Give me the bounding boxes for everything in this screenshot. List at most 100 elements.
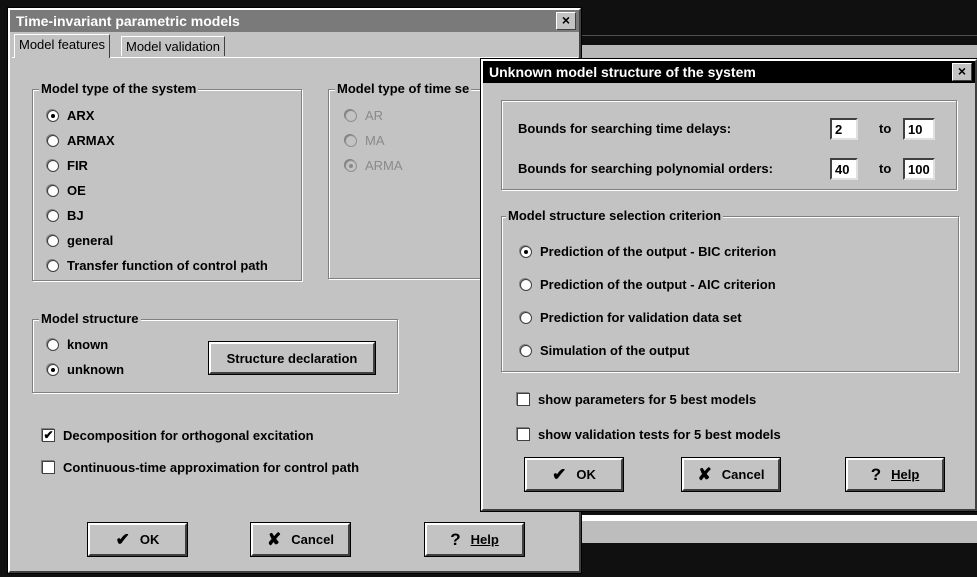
radio-ar[interactable]: AR: [345, 108, 383, 123]
radio-label: FIR: [67, 158, 88, 173]
radio-simulation[interactable]: Simulation of the output: [520, 343, 689, 358]
radio-icon[interactable]: [47, 159, 59, 172]
check-label: show parameters for 5 best models: [538, 392, 757, 407]
criterion-group-label: Model structure selection criterion: [506, 208, 724, 223]
cross-icon: ✘: [697, 464, 712, 484]
radio-label: Simulation of the output: [540, 343, 690, 358]
bounds-group: Bounds for searching time delays: 2 to 1…: [501, 100, 957, 190]
radio-arma[interactable]: ARMA: [345, 158, 403, 173]
checkbox-icon[interactable]: [517, 428, 530, 441]
radio-oe[interactable]: OE: [47, 183, 86, 198]
dialog-close-button[interactable]: ×: [952, 63, 972, 81]
timeseries-type-group-label: Model type of time se: [335, 81, 472, 96]
radio-icon[interactable]: [520, 245, 532, 258]
question-icon: ?: [450, 529, 461, 549]
radio-ma[interactable]: MA: [345, 133, 385, 148]
system-type-group-label: Model type of the system: [39, 81, 199, 96]
radio-label: Transfer function of control path: [67, 258, 268, 273]
radio-icon[interactable]: [47, 338, 59, 351]
check-label: Decomposition for orthogonal excitation: [63, 428, 314, 443]
structure-declaration-button[interactable]: Structure declaration: [208, 341, 376, 375]
radio-label: ARMA: [365, 158, 403, 173]
radio-icon[interactable]: [47, 234, 59, 247]
model-structure-group-label: Model structure: [39, 311, 141, 326]
radio-label: Prediction for validation data set: [540, 310, 742, 325]
radio-icon[interactable]: [47, 259, 59, 272]
structure-dialog: Unknown model structure of the system × …: [480, 58, 977, 512]
main-close-button[interactable]: ×: [556, 12, 576, 30]
dialog-ok-button[interactable]: ✔ OK: [524, 457, 624, 492]
dialog-cancel-button[interactable]: ✘ Cancel: [681, 457, 781, 492]
radio-validation[interactable]: Prediction for validation data set: [520, 310, 742, 325]
criterion-group: Model structure selection criterion Pred…: [501, 208, 959, 372]
radio-icon[interactable]: [47, 184, 59, 197]
delays-from-input[interactable]: 2: [830, 118, 858, 140]
radio-label: unknown: [67, 362, 125, 377]
radio-general[interactable]: general: [47, 233, 113, 248]
background-line: [580, 35, 977, 36]
main-window-title: Time-invariant parametric models: [16, 13, 240, 29]
dialog-title: Unknown model structure of the system: [489, 64, 756, 80]
radio-unknown[interactable]: unknown: [47, 362, 124, 377]
help-label: Help: [891, 467, 920, 482]
radio-icon[interactable]: [47, 134, 59, 147]
radio-label: known: [67, 337, 109, 352]
check-label: Continuous-time approximation for contro…: [63, 460, 360, 475]
orders-label: Bounds for searching polynomial orders:: [518, 161, 773, 176]
radio-known[interactable]: known: [47, 337, 108, 352]
checkbox-icon[interactable]: [42, 461, 55, 474]
main-window-titlebar[interactable]: Time-invariant parametric models ×: [10, 10, 579, 32]
radio-label: AR: [365, 108, 384, 123]
radio-fir[interactable]: FIR: [47, 158, 88, 173]
radio-label: ARX: [67, 108, 95, 123]
orders-from-input[interactable]: 40: [830, 158, 858, 180]
model-structure-group: Model structure known unknown Structure …: [32, 311, 398, 393]
cancel-label: Cancel: [291, 532, 334, 547]
radio-arx[interactable]: ARX: [47, 108, 94, 123]
check-icon: ✔: [552, 464, 567, 484]
radio-bj[interactable]: BJ: [47, 208, 84, 223]
to-label: to: [879, 121, 892, 136]
system-type-group: Model type of the system ARX ARMAX FIR O…: [32, 81, 302, 281]
check-show-parameters[interactable]: show parameters for 5 best models: [517, 392, 756, 407]
radio-icon[interactable]: [47, 109, 59, 122]
radio-label: BJ: [67, 208, 84, 223]
radio-label: MA: [365, 133, 385, 148]
question-icon: ?: [870, 464, 882, 484]
main-cancel-button[interactable]: ✘ Cancel: [250, 522, 351, 557]
to-label: to: [879, 161, 892, 176]
ok-label: OK: [576, 467, 596, 482]
radio-icon[interactable]: [345, 109, 357, 122]
main-ok-button[interactable]: ✔ OK: [87, 522, 188, 557]
radio-label: Prediction of the output - BIC criterion: [540, 244, 777, 259]
radio-bic[interactable]: Prediction of the output - BIC criterion: [520, 244, 776, 259]
cancel-label: Cancel: [721, 467, 765, 482]
delays-to-input[interactable]: 10: [903, 118, 935, 140]
radio-armax[interactable]: ARMAX: [47, 133, 115, 148]
check-icon: ✔: [115, 529, 130, 549]
radio-aic[interactable]: Prediction of the output - AIC criterion: [520, 277, 776, 292]
check-label: show validation tests for 5 best models: [538, 427, 781, 442]
radio-label: OE: [67, 183, 86, 198]
main-help-button[interactable]: ? Help: [424, 522, 525, 557]
radio-icon[interactable]: [345, 134, 357, 147]
radio-icon[interactable]: [47, 363, 59, 376]
dialog-help-button[interactable]: ? Help: [845, 457, 945, 492]
dialog-titlebar[interactable]: Unknown model structure of the system ×: [483, 61, 975, 83]
checkbox-checked-icon[interactable]: ✔: [42, 429, 55, 442]
radio-transfer-function[interactable]: Transfer function of control path: [47, 258, 268, 273]
check-decomposition[interactable]: ✔ Decomposition for orthogonal excitation: [42, 428, 314, 443]
tab-model-features[interactable]: Model features: [14, 34, 110, 58]
checkbox-icon[interactable]: [517, 393, 530, 406]
radio-label: ARMAX: [67, 133, 115, 148]
orders-to-input[interactable]: 100: [903, 158, 935, 180]
radio-icon[interactable]: [520, 278, 532, 291]
radio-icon[interactable]: [345, 159, 357, 172]
radio-icon[interactable]: [520, 344, 532, 357]
ok-label: OK: [139, 532, 160, 547]
check-continuous-time[interactable]: Continuous-time approximation for contro…: [42, 460, 359, 475]
radio-icon[interactable]: [47, 209, 59, 222]
check-show-validation[interactable]: show validation tests for 5 best models: [517, 427, 781, 442]
radio-icon[interactable]: [520, 311, 532, 324]
tab-model-validation[interactable]: Model validation: [121, 36, 225, 56]
